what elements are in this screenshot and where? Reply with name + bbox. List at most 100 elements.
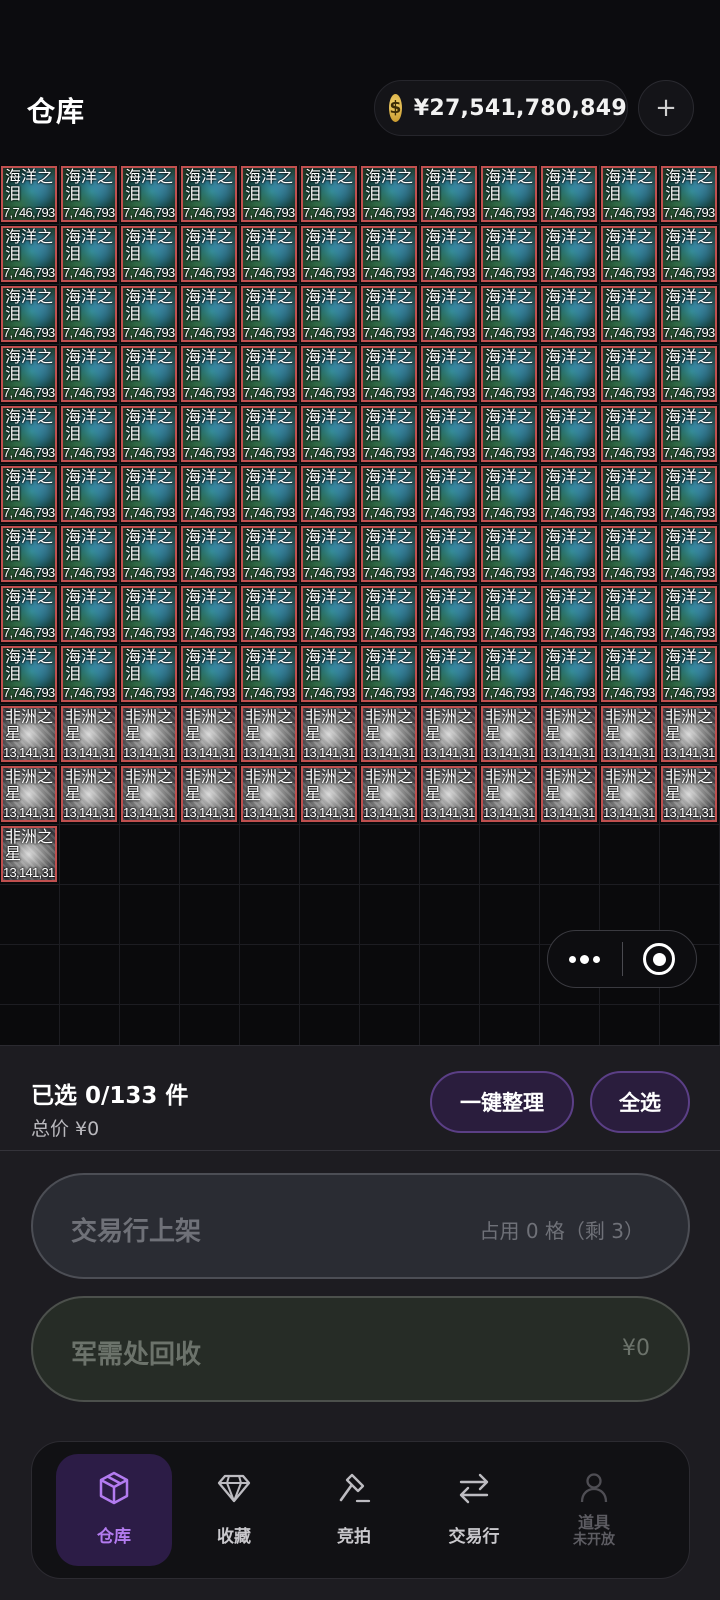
grid-cell[interactable]: 非洲之星 13,141,314 xyxy=(240,705,300,765)
inventory-item[interactable]: 海洋之泪 7,746,793 xyxy=(61,646,117,702)
inventory-item[interactable]: 海洋之泪 7,746,793 xyxy=(481,226,537,282)
grid-cell[interactable] xyxy=(300,885,360,945)
grid-cell[interactable]: 海洋之泪 7,746,793 xyxy=(420,405,480,465)
tab-market[interactable]: 交易行 xyxy=(416,1454,532,1566)
grid-cell[interactable]: 海洋之泪 7,746,793 xyxy=(600,405,660,465)
grid-cell[interactable]: 海洋之泪 7,746,793 xyxy=(300,165,360,225)
grid-cell[interactable]: 海洋之泪 7,746,793 xyxy=(60,285,120,345)
inventory-item[interactable]: 海洋之泪 7,746,793 xyxy=(181,526,237,582)
grid-cell[interactable]: 海洋之泪 7,746,793 xyxy=(600,525,660,585)
inventory-item[interactable]: 海洋之泪 7,746,793 xyxy=(181,466,237,522)
grid-cell[interactable]: 海洋之泪 7,746,793 xyxy=(180,345,240,405)
grid-cell[interactable]: 海洋之泪 7,746,793 xyxy=(0,525,60,585)
grid-cell[interactable] xyxy=(420,945,480,1005)
grid-cell[interactable]: 非洲之星 13,141,314 xyxy=(60,705,120,765)
grid-cell[interactable] xyxy=(660,825,720,885)
grid-cell[interactable]: 海洋之泪 7,746,793 xyxy=(0,225,60,285)
grid-cell[interactable]: 海洋之泪 7,746,793 xyxy=(540,645,600,705)
grid-cell[interactable]: 海洋之泪 7,746,793 xyxy=(120,345,180,405)
grid-cell[interactable]: 非洲之星 13,141,314 xyxy=(0,705,60,765)
inventory-item[interactable]: 海洋之泪 7,746,793 xyxy=(121,166,177,222)
inventory-item[interactable]: 非洲之星 13,141,314 xyxy=(181,706,237,762)
inventory-item[interactable]: 海洋之泪 7,746,793 xyxy=(301,586,357,642)
grid-cell[interactable]: 非洲之星 13,141,314 xyxy=(660,765,720,825)
grid-cell[interactable]: 海洋之泪 7,746,793 xyxy=(600,345,660,405)
grid-cell[interactable]: 海洋之泪 7,746,793 xyxy=(240,585,300,645)
inventory-item[interactable]: 海洋之泪 7,746,793 xyxy=(121,346,177,402)
inventory-item[interactable]: 海洋之泪 7,746,793 xyxy=(421,406,477,462)
grid-cell[interactable]: 海洋之泪 7,746,793 xyxy=(360,585,420,645)
grid-cell[interactable]: 海洋之泪 7,746,793 xyxy=(480,465,540,525)
grid-cell[interactable]: 非洲之星 13,141,314 xyxy=(180,765,240,825)
grid-cell[interactable]: 海洋之泪 7,746,793 xyxy=(300,525,360,585)
inventory-item[interactable]: 海洋之泪 7,746,793 xyxy=(361,466,417,522)
grid-cell[interactable]: 非洲之星 13,141,314 xyxy=(600,765,660,825)
inventory-item[interactable]: 海洋之泪 7,746,793 xyxy=(61,286,117,342)
inventory-item[interactable]: 非洲之星 13,141,314 xyxy=(61,706,117,762)
grid-cell[interactable]: 海洋之泪 7,746,793 xyxy=(660,585,720,645)
grid-cell[interactable]: 海洋之泪 7,746,793 xyxy=(300,585,360,645)
grid-cell[interactable] xyxy=(60,885,120,945)
grid-cell[interactable]: 非洲之星 13,141,314 xyxy=(360,705,420,765)
inventory-item[interactable]: 海洋之泪 7,746,793 xyxy=(481,406,537,462)
grid-cell[interactable]: 海洋之泪 7,746,793 xyxy=(420,585,480,645)
grid-cell[interactable] xyxy=(240,945,300,1005)
inventory-item[interactable]: 海洋之泪 7,746,793 xyxy=(361,586,417,642)
inventory-item[interactable]: 海洋之泪 7,746,793 xyxy=(301,526,357,582)
grid-cell[interactable]: 海洋之泪 7,746,793 xyxy=(0,465,60,525)
grid-cell[interactable]: 海洋之泪 7,746,793 xyxy=(420,165,480,225)
inventory-item[interactable]: 海洋之泪 7,746,793 xyxy=(121,226,177,282)
inventory-item[interactable]: 海洋之泪 7,746,793 xyxy=(421,226,477,282)
inventory-item[interactable]: 海洋之泪 7,746,793 xyxy=(361,166,417,222)
grid-cell[interactable] xyxy=(540,825,600,885)
inventory-item[interactable]: 海洋之泪 7,746,793 xyxy=(181,286,237,342)
grid-cell[interactable]: 非洲之星 13,141,314 xyxy=(60,765,120,825)
grid-cell[interactable]: 海洋之泪 7,746,793 xyxy=(0,585,60,645)
inventory-item[interactable]: 海洋之泪 7,746,793 xyxy=(61,526,117,582)
grid-cell[interactable]: 非洲之星 13,141,314 xyxy=(480,765,540,825)
inventory-item[interactable]: 海洋之泪 7,746,793 xyxy=(181,226,237,282)
grid-cell[interactable]: 海洋之泪 7,746,793 xyxy=(180,465,240,525)
inventory-item[interactable]: 海洋之泪 7,746,793 xyxy=(121,406,177,462)
grid-cell[interactable]: 海洋之泪 7,746,793 xyxy=(480,645,540,705)
grid-cell[interactable] xyxy=(240,885,300,945)
inventory-item[interactable]: 海洋之泪 7,746,793 xyxy=(121,286,177,342)
inventory-item[interactable]: 非洲之星 13,141,314 xyxy=(661,706,717,762)
grid-cell[interactable]: 非洲之星 13,141,314 xyxy=(240,765,300,825)
inventory-item[interactable]: 海洋之泪 7,746,793 xyxy=(361,286,417,342)
inventory-item[interactable]: 海洋之泪 7,746,793 xyxy=(361,226,417,282)
grid-cell[interactable]: 海洋之泪 7,746,793 xyxy=(120,165,180,225)
grid-cell[interactable] xyxy=(600,825,660,885)
inventory-item[interactable]: 海洋之泪 7,746,793 xyxy=(481,586,537,642)
grid-cell[interactable]: 海洋之泪 7,746,793 xyxy=(240,225,300,285)
grid-cell[interactable]: 海洋之泪 7,746,793 xyxy=(180,585,240,645)
grid-cell[interactable] xyxy=(360,825,420,885)
inventory-item[interactable]: 海洋之泪 7,746,793 xyxy=(601,586,657,642)
inventory-item[interactable]: 海洋之泪 7,746,793 xyxy=(421,526,477,582)
grid-cell[interactable]: 海洋之泪 7,746,793 xyxy=(120,525,180,585)
grid-cell[interactable]: 海洋之泪 7,746,793 xyxy=(540,285,600,345)
more-icon[interactable] xyxy=(548,930,622,988)
inventory-item[interactable]: 海洋之泪 7,746,793 xyxy=(1,406,57,462)
grid-cell[interactable]: 海洋之泪 7,746,793 xyxy=(180,645,240,705)
grid-cell[interactable] xyxy=(360,885,420,945)
inventory-item[interactable]: 海洋之泪 7,746,793 xyxy=(541,286,597,342)
grid-cell[interactable]: 海洋之泪 7,746,793 xyxy=(120,645,180,705)
inventory-item[interactable]: 海洋之泪 7,746,793 xyxy=(661,646,717,702)
inventory-item[interactable]: 海洋之泪 7,746,793 xyxy=(241,166,297,222)
grid-cell[interactable]: 非洲之星 13,141,314 xyxy=(420,705,480,765)
inventory-item[interactable]: 海洋之泪 7,746,793 xyxy=(541,406,597,462)
grid-cell[interactable]: 海洋之泪 7,746,793 xyxy=(420,345,480,405)
inventory-item[interactable]: 海洋之泪 7,746,793 xyxy=(181,646,237,702)
add-funds-button[interactable]: + xyxy=(638,80,694,136)
grid-cell[interactable]: 海洋之泪 7,746,793 xyxy=(540,465,600,525)
grid-cell[interactable]: 海洋之泪 7,746,793 xyxy=(600,285,660,345)
grid-cell[interactable]: 海洋之泪 7,746,793 xyxy=(540,345,600,405)
inventory-item[interactable]: 海洋之泪 7,746,793 xyxy=(1,586,57,642)
inventory-item[interactable]: 海洋之泪 7,746,793 xyxy=(61,586,117,642)
grid-cell[interactable]: 海洋之泪 7,746,793 xyxy=(180,165,240,225)
grid-cell[interactable]: 海洋之泪 7,746,793 xyxy=(600,165,660,225)
inventory-item[interactable]: 海洋之泪 7,746,793 xyxy=(541,646,597,702)
inventory-item[interactable]: 海洋之泪 7,746,793 xyxy=(121,526,177,582)
inventory-item[interactable]: 海洋之泪 7,746,793 xyxy=(601,346,657,402)
